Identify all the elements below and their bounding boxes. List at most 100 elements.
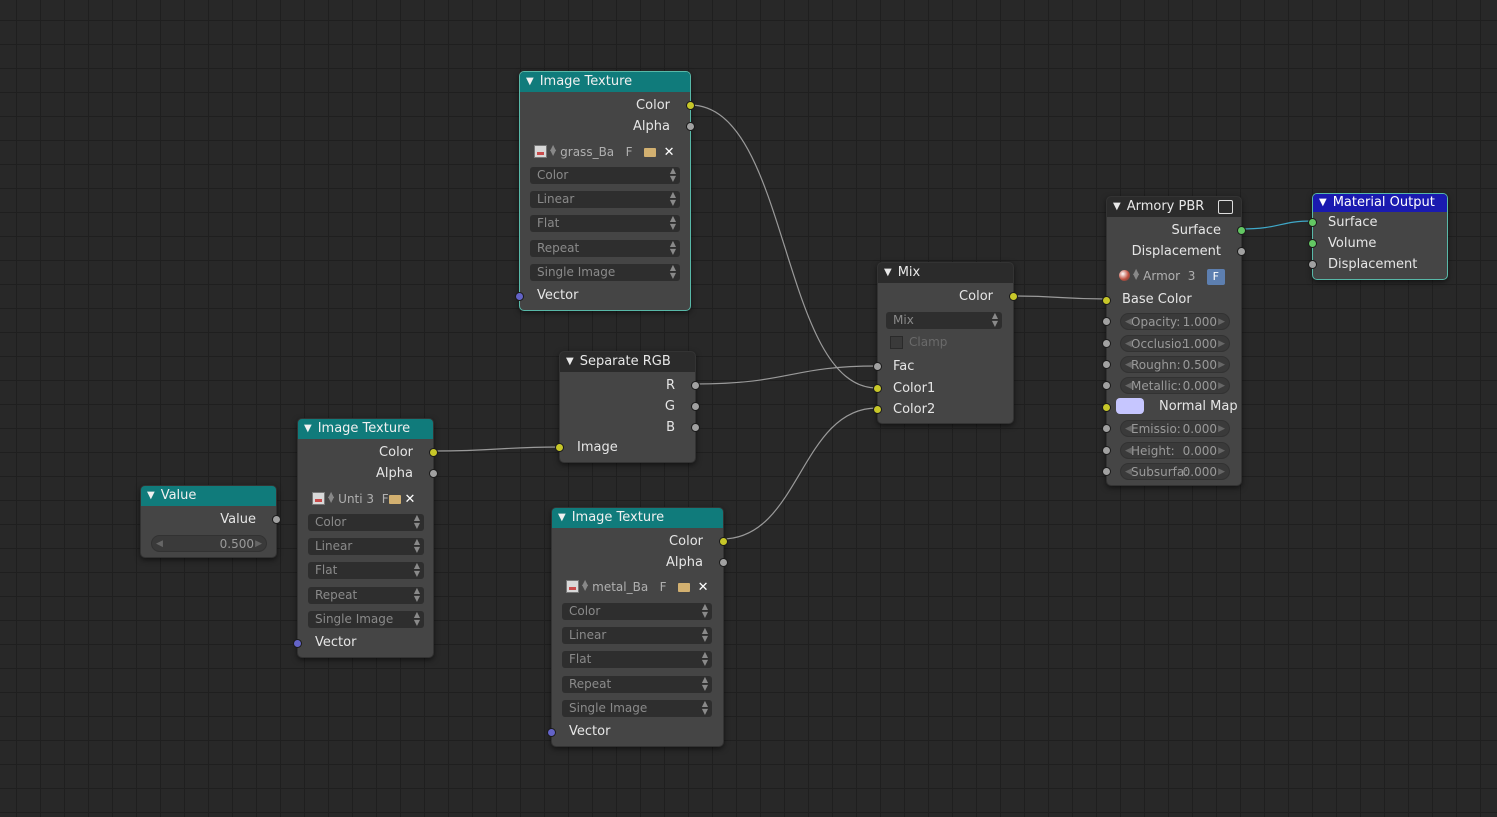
- input-vector-socket[interactable]: [547, 728, 556, 737]
- collapse-triangle-icon[interactable]: ▼: [1319, 194, 1327, 212]
- output-color-socket[interactable]: [429, 448, 438, 457]
- input-color2-socket[interactable]: [873, 405, 882, 414]
- material-name[interactable]: Armor: [1143, 269, 1180, 283]
- input-height-socket[interactable]: [1102, 446, 1111, 455]
- occlusion-field[interactable]: ◀ Occlusio: 1.000 ▶: [1120, 335, 1230, 352]
- value-field[interactable]: ◀ 0.500 ▶: [151, 535, 267, 552]
- image-selector[interactable]: ▲ ▼ grass_Ba F ✕: [534, 143, 675, 161]
- collapse-triangle-icon[interactable]: ▼: [1113, 197, 1121, 217]
- source-dropdown[interactable]: Single Image ▲ ▼: [562, 700, 712, 717]
- unlink-close-icon[interactable]: ✕: [664, 145, 675, 160]
- input-surface-socket[interactable]: [1308, 218, 1317, 227]
- image-name[interactable]: Unti: [338, 492, 362, 506]
- unlink-close-icon[interactable]: ✕: [698, 580, 709, 595]
- separate-rgb-node[interactable]: ▼ Separate RGB R G B Image: [555, 351, 700, 463]
- subsurface-field[interactable]: ◀ Subsurfa: 0.000 ▶: [1120, 463, 1230, 480]
- input-subsurface-socket[interactable]: [1102, 467, 1111, 476]
- mix-node[interactable]: ▼ Mix Color Mix ▲ ▼ Clamp Fac Color1 Color2: [873, 262, 1018, 424]
- extension-dropdown[interactable]: Repeat ▲ ▼: [562, 676, 712, 693]
- output-alpha-socket[interactable]: [429, 469, 438, 478]
- image-name[interactable]: grass_Ba: [560, 145, 614, 159]
- output-alpha-socket[interactable]: [719, 558, 728, 567]
- folder-icon[interactable]: [678, 583, 691, 592]
- output-color-socket[interactable]: [686, 101, 695, 110]
- output-b-socket[interactable]: [691, 423, 700, 432]
- clamp-checkbox[interactable]: [890, 336, 903, 349]
- input-metallic-socket[interactable]: [1102, 381, 1111, 390]
- node-header[interactable]: ▼ Material Output: [1313, 194, 1447, 212]
- image-selector[interactable]: ▲ ▼ metal_Ba F ✕: [566, 578, 709, 596]
- collapse-triangle-icon[interactable]: ▼: [526, 72, 534, 92]
- metallic-field[interactable]: ◀ Metallic: 0.000 ▶: [1120, 377, 1230, 394]
- fake-user-button[interactable]: F: [382, 492, 389, 506]
- color-space-dropdown[interactable]: Color ▲ ▼: [530, 167, 680, 184]
- projection-dropdown[interactable]: Flat ▲ ▼: [530, 215, 680, 232]
- fake-user-button[interactable]: F: [1206, 269, 1225, 285]
- output-alpha-socket[interactable]: [686, 122, 695, 131]
- image-texture-node-metal[interactable]: ▼ Image Texture Color Alpha ▲ ▼ metal_Ba F …: [547, 507, 728, 747]
- input-normal-map-socket[interactable]: [1102, 403, 1111, 412]
- node-header[interactable]: ▼ Image Texture: [298, 419, 433, 439]
- input-color1-socket[interactable]: [873, 384, 882, 393]
- height-field[interactable]: ◀ Height: 0.000 ▶: [1120, 442, 1230, 459]
- input-vector-socket[interactable]: [293, 639, 302, 648]
- input-vector-socket[interactable]: [515, 292, 524, 301]
- input-displacement-socket[interactable]: [1308, 260, 1317, 269]
- opacity-field[interactable]: ◀ Opacity: 1.000 ▶: [1120, 313, 1230, 330]
- output-g-socket[interactable]: [691, 402, 700, 411]
- armory-pbr-node[interactable]: ▼ Armory PBR Surface Displacement ▲ ▼ Armor…: [1102, 196, 1246, 486]
- input-emission-socket[interactable]: [1102, 424, 1111, 433]
- unlink-close-icon[interactable]: ✕: [404, 492, 415, 507]
- interpolation-dropdown[interactable]: Linear ▲ ▼: [562, 627, 712, 644]
- output-color-socket[interactable]: [719, 537, 728, 546]
- image-selector[interactable]: ▲ ▼ Unti 3 F ✕: [312, 490, 415, 508]
- node-group-icon[interactable]: [1218, 200, 1233, 214]
- extension-dropdown[interactable]: Repeat ▲ ▼: [308, 587, 424, 604]
- node-header[interactable]: ▼ Mix: [878, 263, 1013, 283]
- collapse-triangle-icon[interactable]: ▼: [304, 419, 312, 439]
- folder-icon[interactable]: [388, 495, 401, 504]
- interpolation-dropdown[interactable]: Linear ▲ ▼: [308, 538, 424, 555]
- collapse-triangle-icon[interactable]: ▼: [566, 352, 574, 372]
- image-texture-node-unti[interactable]: ▼ Image Texture Color Alpha ▲ ▼ Unti 3 F ✕ …: [293, 418, 438, 658]
- input-fac-socket[interactable]: [873, 362, 882, 371]
- output-color-socket[interactable]: [1009, 292, 1018, 301]
- output-displacement-socket[interactable]: [1237, 247, 1246, 256]
- input-base-color-socket[interactable]: [1102, 296, 1111, 305]
- input-occlusion-socket[interactable]: [1102, 339, 1111, 348]
- extension-dropdown[interactable]: Repeat ▲ ▼: [530, 240, 680, 257]
- node-header[interactable]: ▼ Image Texture: [552, 508, 723, 528]
- node-header[interactable]: ▼ Separate RGB: [560, 352, 695, 372]
- roughness-field[interactable]: ◀ Roughn: 0.500 ▶: [1120, 356, 1230, 373]
- fake-user-button[interactable]: F: [626, 145, 633, 159]
- node-header[interactable]: ▼ Image Texture: [520, 72, 690, 92]
- color-space-dropdown[interactable]: Color ▲ ▼: [562, 603, 712, 620]
- input-image-socket[interactable]: [555, 443, 564, 452]
- image-name[interactable]: metal_Ba: [592, 580, 648, 594]
- value-node[interactable]: ▼ Value Value ◀ 0.500 ▶: [140, 485, 281, 558]
- blend-type-dropdown[interactable]: Mix ▲ ▼: [886, 312, 1002, 329]
- projection-dropdown[interactable]: Flat ▲ ▼: [308, 562, 424, 579]
- normal-map-color-swatch[interactable]: [1116, 398, 1144, 414]
- output-surface-socket[interactable]: [1237, 226, 1246, 235]
- emission-field[interactable]: ◀ Emissio: 0.000 ▶: [1120, 420, 1230, 437]
- node-header[interactable]: ▼ Armory PBR: [1107, 197, 1241, 217]
- output-value-socket[interactable]: [272, 515, 281, 524]
- material-output-node[interactable]: ▼ Material Output Surface Volume Displace…: [1308, 193, 1448, 280]
- source-dropdown[interactable]: Single Image ▲ ▼: [308, 611, 424, 628]
- color-space-dropdown[interactable]: Color ▲ ▼: [308, 514, 424, 531]
- input-volume-socket[interactable]: [1308, 239, 1317, 248]
- source-dropdown[interactable]: Single Image ▲ ▼: [530, 264, 680, 281]
- interpolation-dropdown[interactable]: Linear ▲ ▼: [530, 191, 680, 208]
- output-r-socket[interactable]: [691, 381, 700, 390]
- collapse-triangle-icon[interactable]: ▼: [884, 263, 892, 283]
- collapse-triangle-icon[interactable]: ▼: [147, 486, 155, 506]
- collapse-triangle-icon[interactable]: ▼: [558, 508, 566, 528]
- fake-user-button[interactable]: F: [660, 580, 667, 594]
- folder-icon[interactable]: [643, 148, 656, 157]
- input-roughness-socket[interactable]: [1102, 360, 1111, 369]
- image-texture-node-grass[interactable]: ▼ Image Texture Color Alpha ▲ ▼ grass_Ba F …: [515, 71, 695, 311]
- projection-dropdown[interactable]: Flat ▲ ▼: [562, 651, 712, 668]
- input-opacity-socket[interactable]: [1102, 317, 1111, 326]
- node-header[interactable]: ▼ Value: [141, 486, 276, 506]
